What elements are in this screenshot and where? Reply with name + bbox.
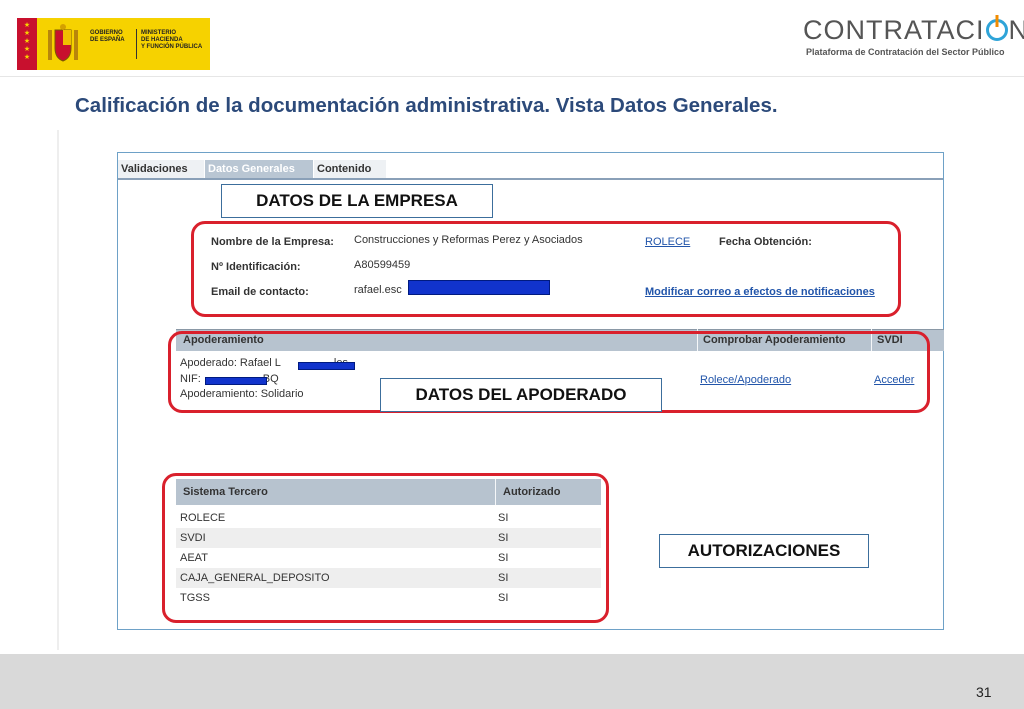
power-icon xyxy=(985,19,1008,41)
brand-subtitle: Plataforma de Contratación del Sector Pú… xyxy=(806,47,1005,57)
header-divider xyxy=(0,76,1024,77)
coat-of-arms-icon xyxy=(48,24,78,62)
highlight-autorizaciones xyxy=(162,473,609,623)
page-number: 31 xyxy=(976,684,992,700)
tab-datos-generales[interactable]: Datos Generales xyxy=(205,160,313,178)
callout-datos-apoderado: DATOS DEL APODERADO xyxy=(380,378,662,412)
gobierno-text: GOBIERNO DE ESPAÑA xyxy=(90,30,125,43)
footer-bar xyxy=(0,654,1024,709)
logo-divider xyxy=(136,29,137,59)
contratacion-logo: CONTRATACI N xyxy=(803,15,1024,45)
eu-stars-icon: ★ ★ ★ ★ ★ xyxy=(23,22,31,61)
highlight-empresa xyxy=(191,221,901,317)
left-divider xyxy=(57,130,59,650)
callout-autorizaciones: AUTORIZACIONES xyxy=(659,534,869,568)
callout-datos-empresa: DATOS DE LA EMPRESA xyxy=(221,184,493,218)
tab-contenido[interactable]: Contenido xyxy=(314,160,386,178)
ministerio-text: MINISTERIO DE HACIENDA Y FUNCIÓN PÚBLICA xyxy=(141,30,203,50)
tab-validaciones[interactable]: Validaciones xyxy=(118,160,204,178)
page-title: Calificación de la documentación adminis… xyxy=(75,94,778,117)
